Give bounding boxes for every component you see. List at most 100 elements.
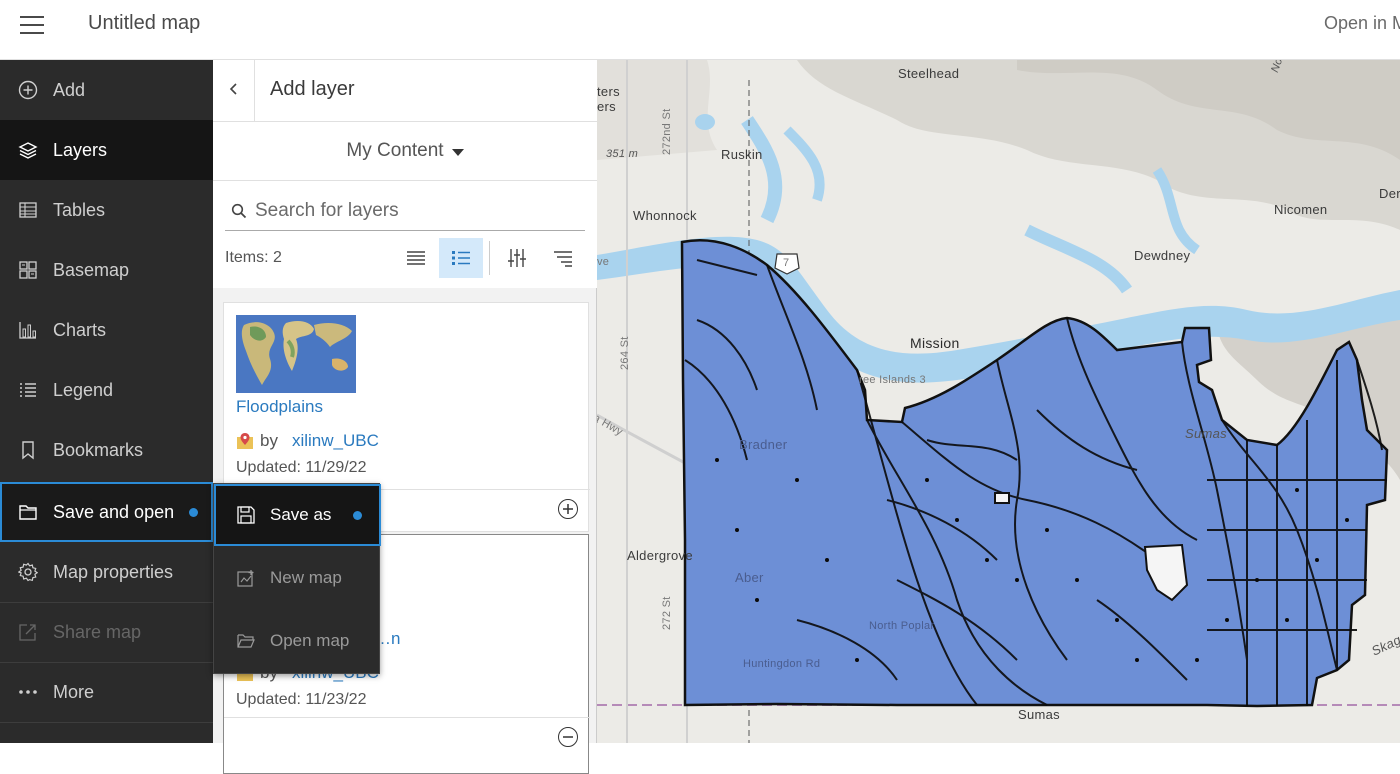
- nav-divider: [0, 722, 213, 723]
- place-label: Aber: [735, 570, 764, 585]
- nav-item-layers[interactable]: Layers: [0, 120, 213, 180]
- nav-item-more[interactable]: More: [0, 662, 213, 722]
- open-map-menu-item[interactable]: Open map: [214, 610, 381, 672]
- layers-icon: [18, 140, 38, 160]
- street-label: 272nd St: [661, 108, 673, 155]
- open-in-link[interactable]: Open in M: [1324, 13, 1400, 34]
- new-map-menu-item[interactable]: New map: [214, 547, 381, 609]
- sort-icon: [553, 249, 573, 267]
- search-icon: [231, 203, 247, 219]
- place-label: Nicomen: [1274, 202, 1328, 217]
- open-folder-icon: [236, 632, 256, 650]
- place-label: Dero: [1379, 186, 1400, 201]
- card-footer: [224, 717, 590, 755]
- nav-item-tables[interactable]: Tables: [0, 180, 213, 240]
- nav-item-share-map[interactable]: Share map: [0, 602, 213, 662]
- map-view[interactable]: Steelhead ters ers 351 m 272nd St Ruskin…: [597, 60, 1400, 743]
- map-pin-icon: [236, 432, 254, 450]
- minus-icon: [562, 731, 574, 743]
- layer-owner: by xilinw_UBC: [236, 431, 379, 451]
- nav-item-charts[interactable]: Charts: [0, 300, 213, 360]
- basemap-icon: [18, 260, 38, 280]
- content-source-dropdown[interactable]: My Content: [213, 122, 597, 181]
- table-icon: [18, 200, 38, 220]
- panel-title: Add layer: [270, 78, 355, 100]
- nav-item-label: Share map: [53, 621, 142, 642]
- nav-item-label: Map properties: [53, 561, 174, 582]
- sliders-icon: [507, 248, 527, 268]
- folder-icon: [18, 502, 38, 522]
- place-label: Ruskin: [721, 147, 763, 162]
- menu-item-label: Save as: [270, 505, 332, 524]
- bookmark-icon: [18, 440, 38, 460]
- nav-item-legend[interactable]: Legend: [0, 360, 213, 420]
- nav-item-label: Basemap: [53, 259, 130, 280]
- nav-item-add[interactable]: Add: [0, 60, 213, 120]
- app-header: Untitled map Open in M: [0, 0, 1400, 60]
- updated-date: Updated: 11/29/22: [236, 459, 367, 476]
- nav-item-label: Charts: [53, 319, 107, 340]
- updated-date: Updated: 11/23/22: [236, 691, 367, 708]
- left-nav: Add Layers Tables Basemap Charts Legend: [0, 60, 213, 743]
- unsaved-indicator-dot: [353, 510, 363, 520]
- items-count: Items: 2: [225, 249, 282, 266]
- add-circle-icon: [18, 80, 38, 100]
- highway-shield-label: 7: [783, 257, 790, 269]
- place-label: ve: [597, 256, 610, 268]
- street-label: 264 St: [619, 336, 631, 370]
- place-label: ters: [597, 84, 620, 99]
- add-layer-button[interactable]: [558, 499, 578, 519]
- gear-icon: [18, 562, 38, 582]
- place-label: Sumas: [1018, 707, 1060, 722]
- nav-item-label: Legend: [53, 379, 114, 400]
- basemap-graphic: [597, 60, 1400, 743]
- filter-button[interactable]: [495, 238, 539, 278]
- caret-down-icon: [451, 149, 464, 156]
- nav-item-basemap[interactable]: Basemap: [0, 240, 213, 300]
- more-icon: [18, 682, 38, 702]
- hamburger-menu-icon[interactable]: [20, 13, 46, 35]
- toolbar-divider: [489, 241, 490, 275]
- remove-layer-button[interactable]: [558, 727, 578, 747]
- bulleted-list-icon: [451, 249, 471, 267]
- back-button[interactable]: [213, 60, 255, 121]
- nav-item-label: Layers: [53, 139, 108, 160]
- nav-item-bookmarks[interactable]: Bookmarks: [0, 420, 213, 480]
- search-input[interactable]: [255, 199, 575, 222]
- list-view-button[interactable]: [394, 238, 438, 278]
- detail-list-view-button[interactable]: [439, 238, 483, 278]
- nav-item-label: Tables: [53, 199, 106, 220]
- save-icon: [236, 506, 256, 524]
- save-as-menu-item[interactable]: Save as: [214, 484, 381, 546]
- list-icon: [406, 249, 426, 267]
- content-source-label: My Content: [346, 140, 444, 161]
- road-label: Huntingdon Rd: [743, 658, 821, 670]
- sort-button[interactable]: [541, 238, 585, 278]
- nav-item-label: Save and open: [53, 501, 175, 522]
- search-toolbar: Items: 2: [213, 181, 597, 288]
- new-map-icon: [236, 569, 256, 587]
- layer-thumbnail: [236, 315, 356, 393]
- elevation-label: 351 m: [606, 148, 639, 160]
- place-label: Whonnock: [633, 208, 697, 223]
- nav-item-save-and-open[interactable]: Save and open: [0, 482, 213, 542]
- unsaved-indicator-dot: [189, 507, 199, 517]
- place-label: Bradner: [739, 437, 788, 452]
- layer-title[interactable]: Floodplains: [236, 397, 323, 417]
- place-label: Steelhead: [898, 66, 960, 81]
- place-label: ree Islands 3: [859, 374, 926, 386]
- nav-item-label: Bookmarks: [53, 439, 144, 460]
- save-open-flyout: Save as New map Open map: [213, 483, 381, 674]
- chart-icon: [18, 320, 38, 340]
- by-label: by: [260, 431, 278, 450]
- place-label: Aldergrove: [627, 548, 693, 563]
- place-label: North Poplar: [869, 620, 935, 632]
- river-label: Sumas: [1185, 426, 1227, 441]
- map-title[interactable]: Untitled map: [88, 12, 200, 35]
- chevron-left-icon: [228, 80, 240, 101]
- nav-item-map-properties[interactable]: Map properties: [0, 542, 213, 602]
- menu-item-label: New map: [270, 568, 342, 587]
- owner-link[interactable]: xilinw_UBC: [292, 431, 379, 451]
- panel-header: Add layer: [213, 60, 597, 122]
- nav-item-label: Add: [53, 79, 86, 100]
